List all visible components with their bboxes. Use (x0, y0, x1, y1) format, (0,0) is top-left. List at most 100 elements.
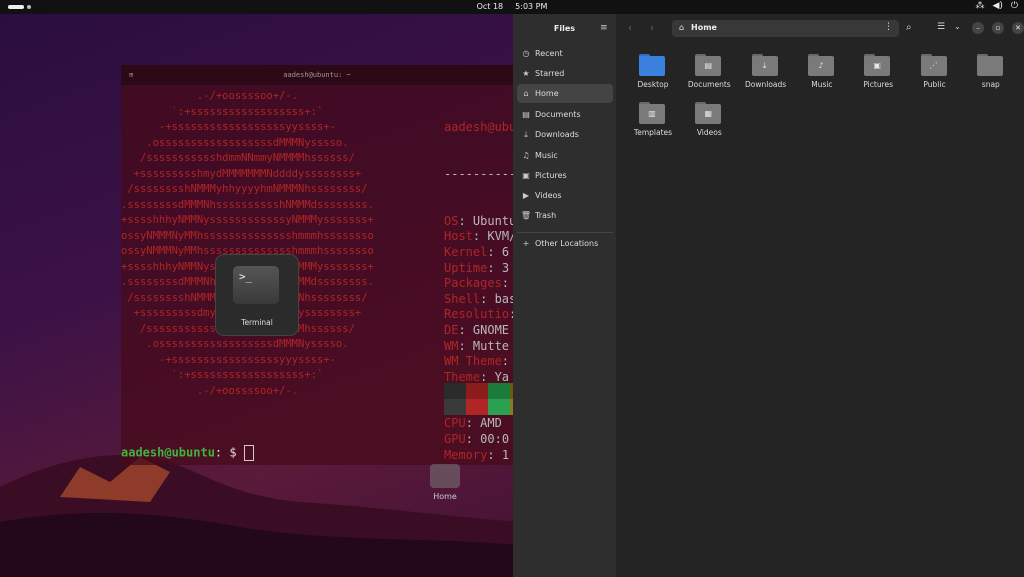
ascii-line: /ssssssssssshdmmNNmmyNMMMMhssssss/ (121, 152, 355, 164)
info-value: 3 (494, 260, 510, 275)
chevron-down-icon[interactable]: ⌄ (954, 22, 961, 31)
ascii-line: +sssshhhyNMMNyssssssssssssyNMMMysssssss+ (121, 214, 374, 226)
info-key: Resolutio (444, 307, 510, 322)
sidebar-item-music[interactable]: ♫ Music (517, 146, 613, 165)
info-colon: : (501, 354, 510, 369)
clock[interactable]: Oct 18 5:03 PM (0, 2, 1024, 11)
back-arrow-icon[interactable]: ‹ (628, 23, 632, 34)
info-line: CPU: AMD (444, 416, 513, 432)
volume-icon[interactable]: ◀) (992, 1, 1002, 11)
forward-arrow-icon[interactable]: › (650, 23, 654, 34)
info-value: Ubuntu (465, 213, 513, 228)
info-rule: ------------- (444, 166, 513, 181)
sidebar-item-label: Other Locations (535, 239, 599, 248)
network-icon[interactable]: ⁂ (975, 1, 984, 11)
folder-icon (976, 54, 1003, 76)
ascii-line: /sssssssshNMMMyhhyyyyhmNMMMNhssssssss/ (121, 183, 368, 195)
info-colon: : (487, 447, 495, 462)
info-value: Mutte (465, 338, 510, 353)
info-line: Host: KVM/ (444, 229, 513, 245)
info-key: GPU (444, 432, 466, 447)
info-value: AMD (472, 416, 502, 431)
info-line: DE: GNOME (444, 323, 513, 339)
shell-prompt[interactable]: aadesh@ubuntu: $ (121, 445, 254, 461)
info-key: Theme (444, 369, 481, 384)
info-colon: : (458, 213, 466, 228)
app-switcher[interactable]: >_ Terminal (216, 255, 298, 335)
ascii-line: .-/+oossssoo+/-. (121, 90, 299, 102)
info-line: Packages: (444, 276, 513, 292)
info-colon: : (458, 338, 466, 353)
terminal-window[interactable]: ⊞ aadesh@ubuntu: ~ .-/+oossssoo+/-. `:+s… (121, 65, 513, 465)
sidebar-item-trash[interactable]: 🗑 Trash (517, 206, 613, 225)
path-menu-icon[interactable]: ⋮ (884, 22, 893, 32)
music-icon: ♫ (522, 151, 530, 160)
folder-item[interactable]: ▤ Documents (682, 54, 736, 100)
sidebar-item-label: Music (535, 151, 558, 160)
folder-item[interactable]: ▥ Templates (626, 102, 680, 148)
info-value: KVM/ (480, 229, 513, 244)
terminal-app-icon[interactable]: >_ (233, 266, 279, 304)
folder-icon: ▥ (639, 102, 665, 124)
info-key: Shell (444, 291, 481, 306)
dock-home-icon[interactable] (430, 464, 460, 488)
folder-item[interactable]: ♪ Music (795, 54, 849, 100)
power-icon[interactable]: ⏻ (1011, 1, 1018, 11)
palette-swatch (466, 399, 488, 415)
terminal-tab-icon[interactable]: ⊞ (129, 65, 133, 85)
folder-label: Public (923, 80, 946, 89)
sidebar-item-starred[interactable]: ★ Starred (517, 64, 613, 83)
info-colon: : (465, 432, 473, 447)
sidebar-item-label: Pictures (535, 171, 567, 180)
path-bar[interactable]: ⌂ Home ⋮ (672, 20, 899, 37)
sidebar-item-recent[interactable]: ◷ Recent (517, 44, 613, 63)
dock-home-label: Home (433, 492, 457, 501)
minimize-icon[interactable]: – (972, 22, 984, 34)
terminal-titlebar[interactable]: ⊞ aadesh@ubuntu: ~ (121, 65, 513, 85)
sidebar-item-label: Home (535, 89, 559, 98)
search-icon[interactable]: ⌕ (906, 22, 912, 33)
palette-swatch (488, 383, 510, 399)
sidebar-item-label: Documents (535, 110, 581, 119)
sidebar-item-label: Recent (535, 49, 563, 58)
ascii-line: .-/+oossssoo+/-. (121, 384, 299, 397)
folder-icon: ⤓ (751, 54, 778, 76)
folder-item[interactable]: ⤓ Downloads (739, 54, 793, 100)
files-window[interactable]: Files ≡ ◷ Recent ★ Starred ⌂ Home ▤ Documents ⤓ D… (513, 14, 1024, 577)
folder-label: Desktop (637, 80, 669, 89)
home-icon: ⌂ (523, 89, 529, 98)
folder-item[interactable]: ▣ Pictures (851, 54, 905, 100)
info-key: Host (444, 229, 473, 244)
sidebar-item-home[interactable]: ⌂ Home (517, 84, 613, 103)
sidebar-item-pictures[interactable]: ▣ Pictures (517, 166, 613, 185)
neofetch-ascii-logo: .-/+oossssoo+/-. `:+ssssssssssssssssss+:… (121, 89, 451, 399)
text-cursor (243, 445, 254, 461)
ascii-line: ossyNMMMNyMMhsssssssssssssshmmmhssssssso (121, 229, 374, 242)
top-bar: Oct 18 5:03 PM ⁂ ◀) ⏻ (0, 0, 1024, 14)
sidebar-item-documents[interactable]: ▤ Documents (517, 105, 613, 124)
info-key: OS (444, 213, 459, 228)
close-icon[interactable]: ✕ (1012, 22, 1024, 34)
folder-item[interactable]: ▦ Videos (682, 102, 736, 148)
info-line: WM: Mutte (444, 339, 513, 355)
picture-icon: ▣ (522, 171, 530, 180)
system-tray[interactable]: ⁂ ◀) ⏻ (975, 1, 1018, 11)
folder-item[interactable]: ⋰ Public (908, 54, 962, 100)
info-key: CPU (444, 416, 466, 431)
terminal-title: aadesh@ubuntu: ~ (283, 71, 351, 79)
folder-item[interactable]: snap (964, 54, 1018, 100)
hamburger-menu-icon[interactable]: ≡ (600, 23, 608, 33)
info-value: bas (494, 291, 513, 306)
download-icon: ⤓ (524, 129, 528, 139)
color-palette (444, 383, 513, 415)
folder-label: Pictures (863, 80, 894, 89)
sidebar-item-downloads[interactable]: ⤓ Downloads (517, 125, 613, 144)
sidebar-item-other-locations[interactable]: + Other Locations (517, 234, 613, 253)
ascii-line: .ossssssssssssssssssdMMMNysssso. (121, 338, 349, 350)
video-icon: ▶ (522, 191, 530, 200)
list-view-icon[interactable]: ☰ (937, 22, 945, 32)
ascii-line: `:+ssssssssssssssssss+:` (121, 369, 324, 381)
maximize-icon[interactable]: ▫ (992, 22, 1004, 34)
sidebar-item-videos[interactable]: ▶ Videos (517, 186, 613, 205)
folder-item[interactable]: Desktop (626, 54, 680, 100)
